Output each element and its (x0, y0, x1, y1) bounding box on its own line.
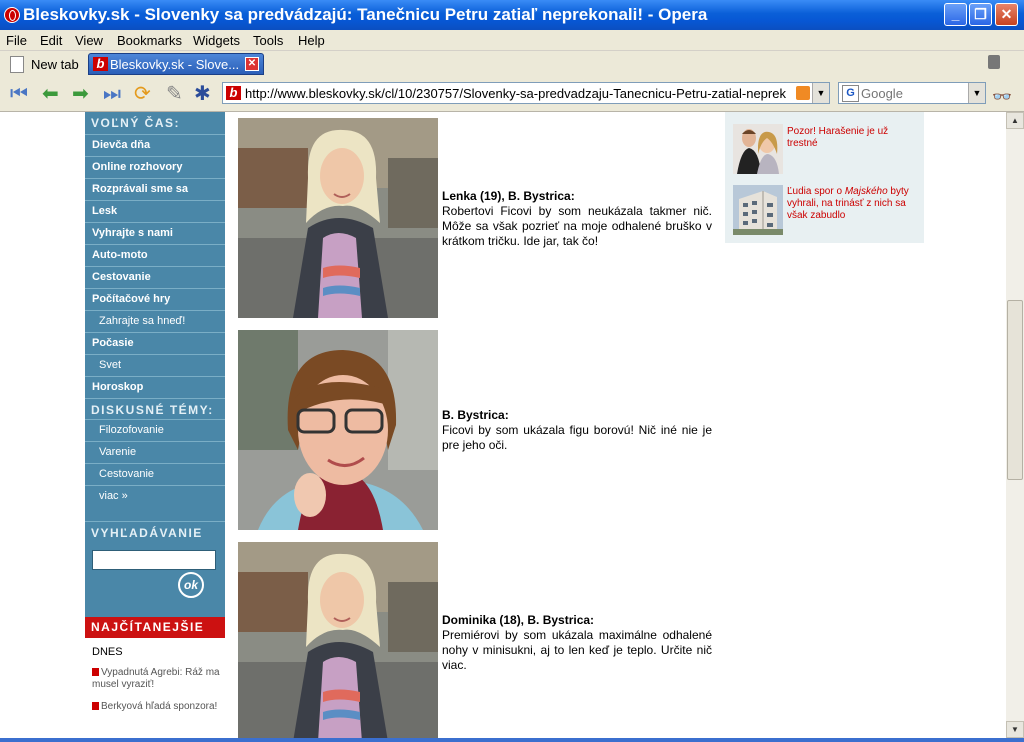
menu-file[interactable]: File (6, 33, 27, 48)
topic-varenie[interactable]: Varenie (85, 441, 225, 462)
section-volny-cas: VOĽNÝ ČAS: (91, 116, 181, 130)
photo-dominika (238, 542, 438, 742)
quote-text: Robertovi Ficovi by som neukázala takmer… (442, 204, 712, 248)
quote-author: Lenka (19), B. Bystrica: (442, 189, 575, 203)
photo-girl-glasses (238, 330, 438, 530)
forward-icon[interactable]: ➡ (72, 83, 89, 105)
quote-author: Dominika (18), B. Bystrica: (442, 613, 595, 627)
close-window-button[interactable]: ✕ (995, 3, 1018, 26)
maximize-button[interactable]: ❐ (969, 3, 992, 26)
left-navigation: VOĽNÝ ČAS: Dievča dňa Online rozhovory R… (85, 112, 225, 742)
most-read-box: DNES Vypadnutá Agrebi: Ráž ma musel vyra… (85, 638, 225, 742)
bleskovky-logo-icon: b (93, 57, 108, 71)
rss-icon[interactable] (796, 86, 810, 100)
nav-pocitacove-hry[interactable]: Počítačové hry (85, 288, 225, 309)
menu-view[interactable]: View (75, 33, 103, 48)
tab-bar: New tab b Bleskovky.sk - Slove... ✕ (0, 51, 1024, 77)
photo-lenka (238, 118, 438, 318)
nav-svet[interactable]: Svet (85, 354, 225, 375)
related-thumb-byty[interactable] (733, 185, 783, 235)
most-read-item[interactable]: Berkyová hľadá sponzora! (92, 701, 222, 713)
google-icon: G (842, 85, 859, 102)
most-read-item[interactable]: Vypadnutá Agrebi: Ráž ma musel vyraziť! (92, 667, 222, 691)
address-url: http://www.bleskovky.sk/cl/10/230757/Slo… (245, 86, 786, 101)
section-najcitanejsie: NAJČÍTANEJŠIE (85, 617, 225, 638)
related-link-harassment[interactable]: Pozor! Harašenie je už trestné (787, 126, 913, 150)
search-input[interactable] (861, 85, 967, 101)
quote-dominika: Dominika (18), B. Bystrica: Premiérovi b… (442, 613, 712, 673)
nav-zahrajte-sa[interactable]: Zahrajte sa hneď! (85, 310, 225, 331)
close-tab-icon[interactable]: ✕ (245, 57, 259, 71)
quote-text: Ficovi by som ukázala figu borovú! Nič i… (442, 423, 712, 452)
bullet-icon (92, 702, 99, 710)
menu-bookmarks[interactable]: Bookmarks (117, 33, 182, 48)
nav-vyhrajte-s-nami[interactable]: Vyhrajte s nami (85, 222, 225, 243)
window-title: Bleskovky.sk - Slovenky sa predvádzajú: … (23, 5, 708, 24)
search-box[interactable]: G ▼ (838, 82, 986, 104)
search-ok-button[interactable]: ok (178, 572, 204, 598)
menu-edit[interactable]: Edit (40, 33, 62, 48)
bullet-icon (92, 668, 99, 676)
address-dropdown-icon[interactable]: ▼ (812, 83, 829, 103)
menu-bar: File Edit View Bookmarks Widgets Tools H… (0, 30, 1024, 51)
site-favicon-icon: b (226, 86, 241, 100)
menu-tools[interactable]: Tools (253, 33, 283, 48)
reload-icon[interactable]: ⟳ (134, 83, 151, 105)
status-bar (0, 738, 1024, 742)
nav-cestovanie[interactable]: Cestovanie (85, 266, 225, 287)
tab-new-label: New tab (31, 57, 79, 72)
quote-text: Premiérovi by som ukázala maximálne odha… (442, 628, 712, 672)
nav-online-rozhovory[interactable]: Online rozhovory (85, 156, 225, 177)
trash-icon[interactable] (988, 55, 1000, 69)
related-articles-box: Pozor! Harašenie je už trestné Ľudia spo… (725, 112, 924, 243)
nav-pocasie[interactable]: Počasie (85, 332, 225, 353)
window-title-bar: Bleskovky.sk - Slovenky sa predvádzajú: … (0, 0, 1024, 30)
tab-active-label: Bleskovky.sk - Slove... (110, 57, 240, 72)
page-icon (10, 56, 24, 73)
topic-filozofovanie[interactable]: Filozofovanie (85, 419, 225, 440)
section-vyhladavanie: VYHĽADÁVANIE (85, 521, 225, 543)
topic-viac[interactable]: viac » (85, 485, 225, 506)
nav-dievca-dna[interactable]: Dievča dňa (85, 134, 225, 155)
site-search-input[interactable] (92, 550, 216, 570)
nav-horoskop[interactable]: Horoskop (85, 376, 225, 397)
nav-rozpravali-sme-sa[interactable]: Rozprávali sme sa (85, 178, 225, 199)
nav-auto-moto[interactable]: Auto-moto (85, 244, 225, 265)
search-dropdown-icon[interactable]: ▼ (968, 83, 985, 103)
scroll-down-icon[interactable]: ▼ (1006, 721, 1024, 738)
navigation-bar: ⏮ ⬅ ➡ ⏭ ⟳ ✎ ✱ b http://www.bleskovky.sk/… (0, 77, 1024, 112)
vertical-scrollbar[interactable]: ▲ ▼ (1006, 112, 1024, 742)
related-link-byty[interactable]: Ľudia spor o Majského byty vyhrali, na t… (787, 186, 913, 222)
panel-toggle-icon[interactable]: ✱ (194, 83, 211, 105)
menu-help[interactable]: Help (298, 33, 325, 48)
scrollbar-thumb[interactable] (1007, 300, 1023, 480)
quote-author: B. Bystrica: (442, 408, 509, 422)
back-icon[interactable]: ⬅ (42, 83, 59, 105)
topic-cestovanie[interactable]: Cestovanie (85, 463, 225, 484)
quote-girl-glasses: B. Bystrica: Ficovi by som ukázala figu … (442, 408, 712, 453)
quote-lenka: Lenka (19), B. Bystrica: Robertovi Ficov… (442, 189, 712, 249)
rewind-icon[interactable]: ⏮ (10, 83, 28, 105)
nav-lesk[interactable]: Lesk (85, 200, 225, 221)
tab-active[interactable]: b Bleskovky.sk - Slove... ✕ (88, 53, 264, 75)
scroll-up-icon[interactable]: ▲ (1006, 112, 1024, 129)
opera-logo-icon (4, 7, 20, 23)
edit-icon[interactable]: ✎ (166, 83, 183, 105)
menu-widgets[interactable]: Widgets (193, 33, 240, 48)
page-content: VOĽNÝ ČAS: Dievča dňa Online rozhovory R… (0, 112, 1006, 742)
tab-new[interactable]: New tab (6, 53, 82, 75)
fast-forward-icon[interactable]: ⏭ (103, 83, 121, 105)
section-diskusne-temy: DISKUSNÉ TÉMY: (85, 398, 225, 420)
glasses-icon[interactable]: 👓 (992, 87, 1012, 107)
today-label: DNES (92, 646, 123, 658)
address-bar[interactable]: b http://www.bleskovky.sk/cl/10/230757/S… (222, 82, 830, 104)
minimize-button[interactable]: _ (944, 3, 967, 26)
related-thumb-harassment[interactable] (733, 124, 783, 174)
